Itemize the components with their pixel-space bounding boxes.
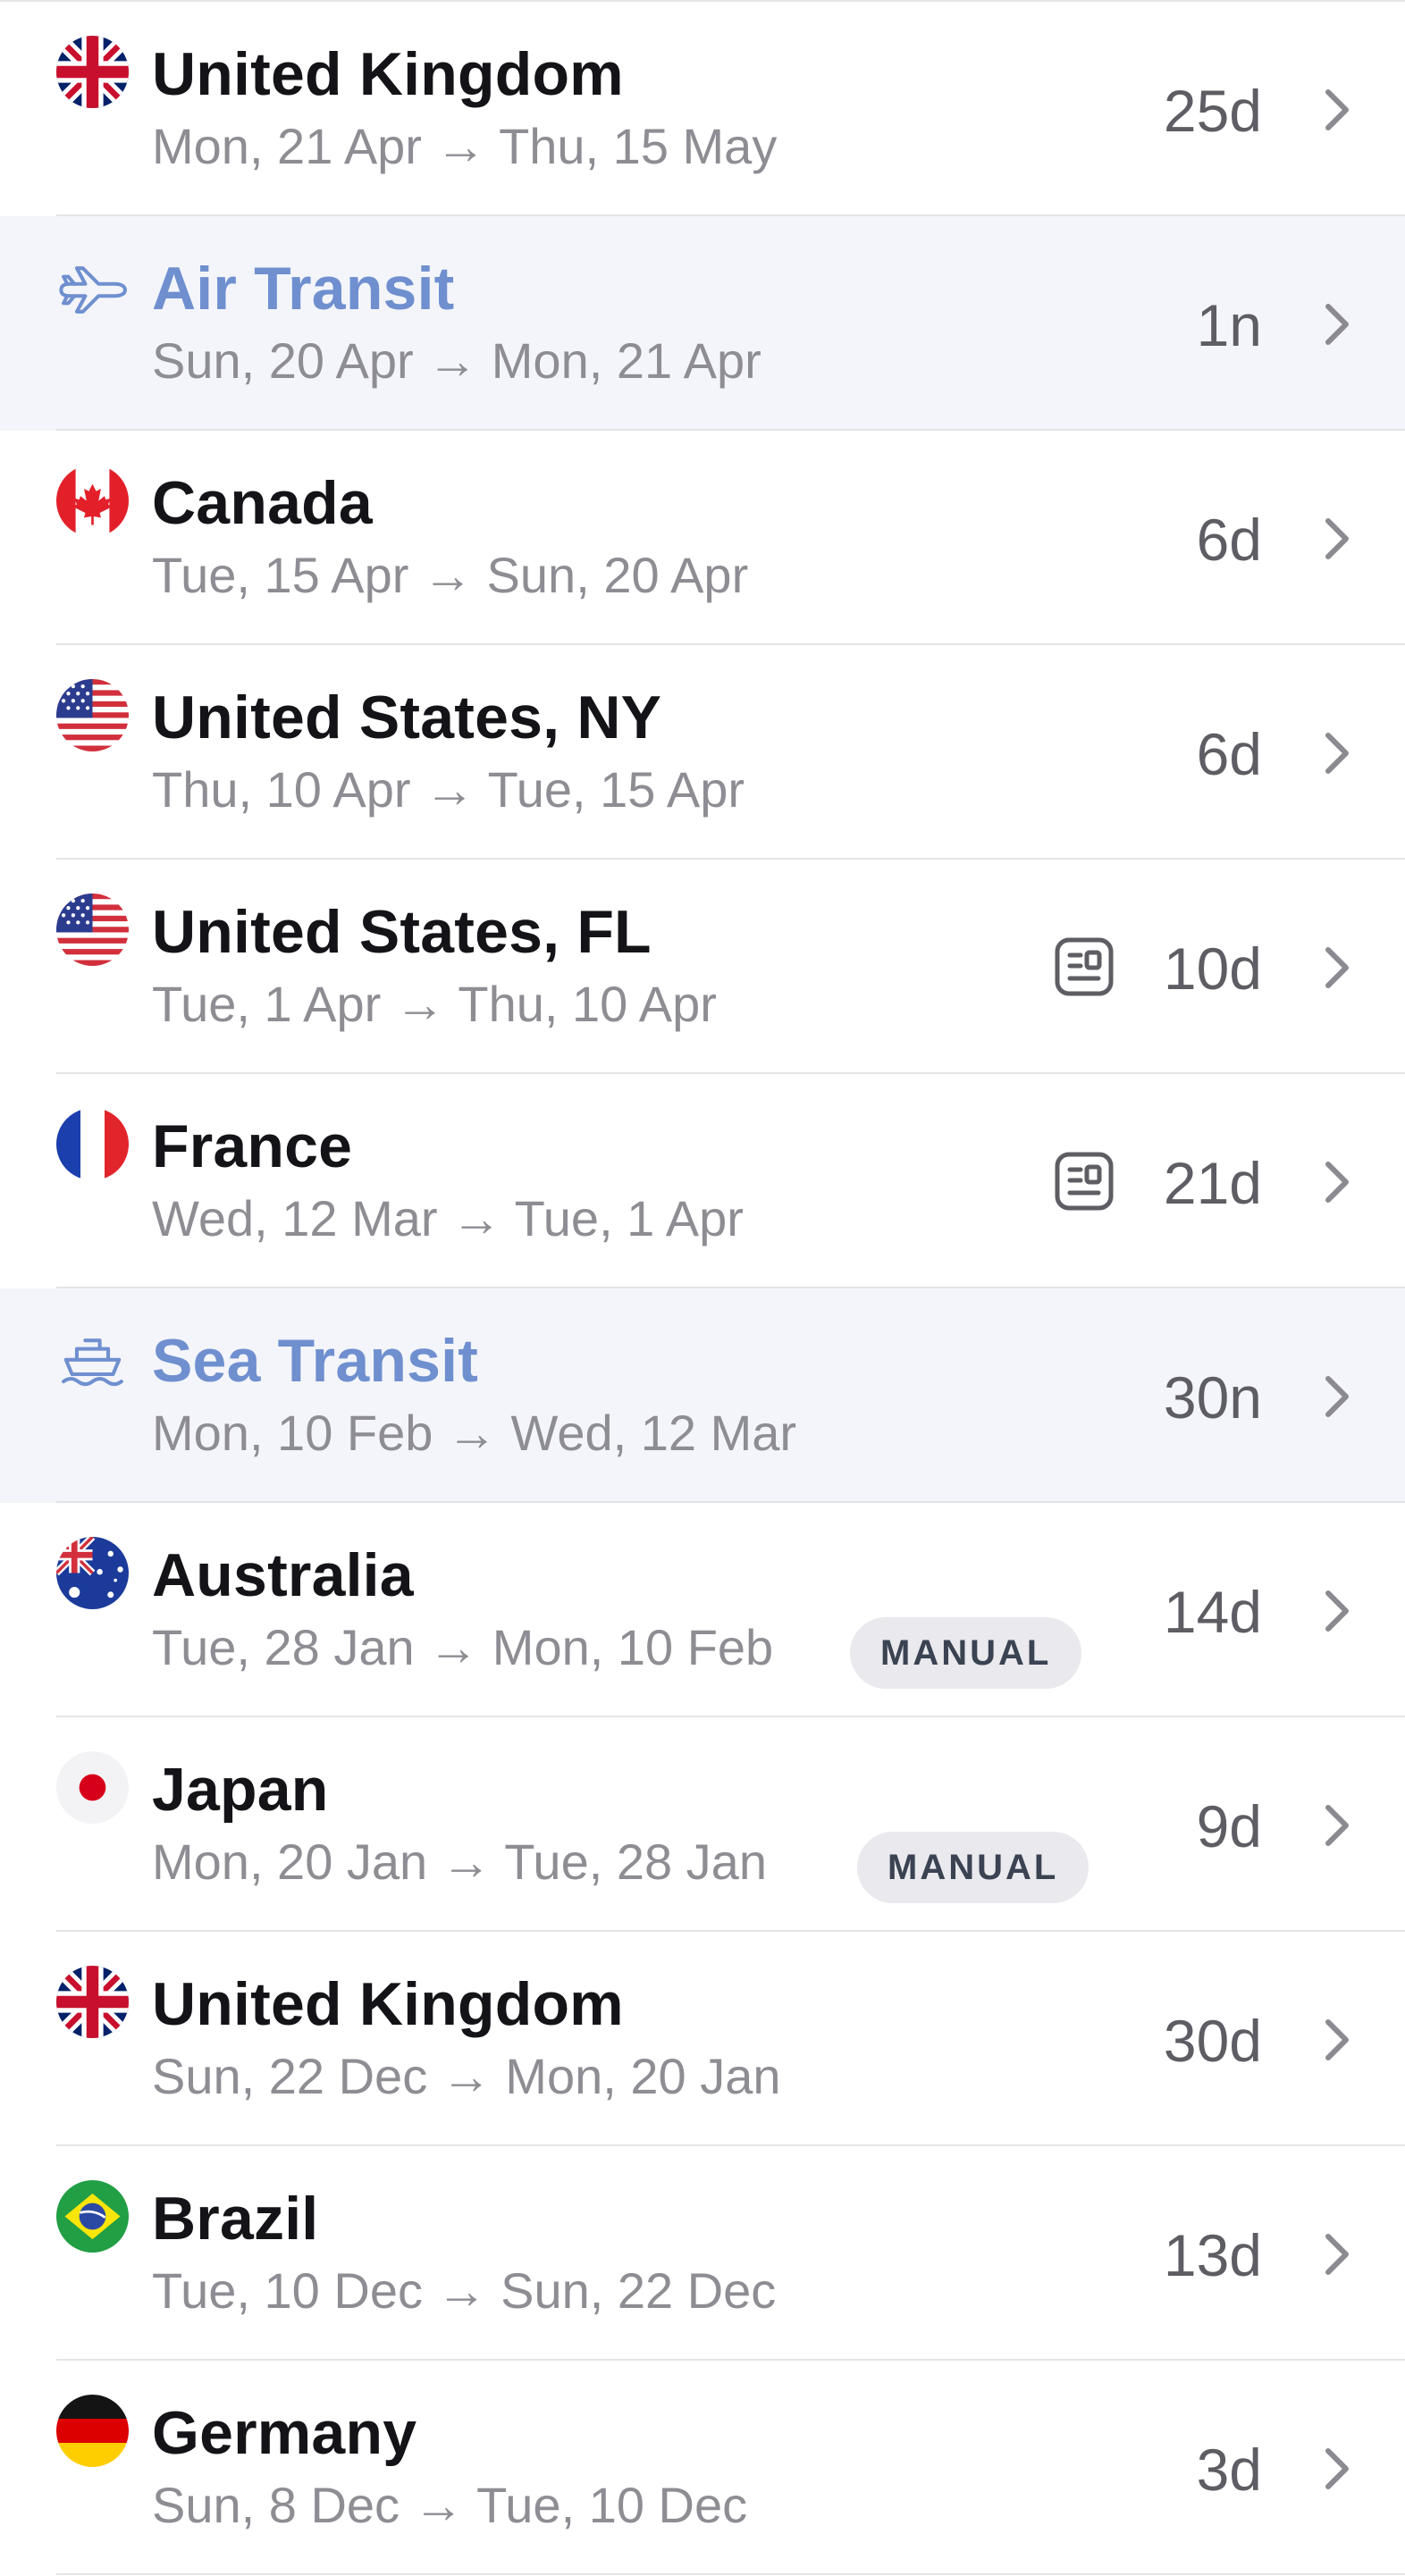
us-flag-icon bbox=[56, 894, 129, 966]
trip-duration: 13d bbox=[1163, 2222, 1262, 2288]
trip-duration: 9d bbox=[1196, 1793, 1262, 1859]
trip-title: Germany bbox=[152, 2399, 417, 2467]
canada-flag-icon bbox=[56, 465, 129, 537]
trip-title: Australia bbox=[152, 1541, 414, 1609]
trip-dates: Sun, 22 Dec → Mon, 20 Jan bbox=[152, 2048, 781, 2104]
chevron-right-icon bbox=[1325, 2448, 1349, 2489]
chevron-right-icon bbox=[1325, 2019, 1349, 2060]
ship-icon bbox=[56, 1326, 129, 1398]
trip-duration: 21d bbox=[1163, 1150, 1262, 1216]
trip-dates: Wed, 12 Mar → Tue, 1 Apr bbox=[152, 1190, 744, 1246]
trip-dates: Tue, 15 Apr → Sun, 20 Apr bbox=[152, 547, 749, 603]
trip-dates: Tue, 28 Jan → Mon, 10 Feb bbox=[152, 1619, 774, 1675]
trip-dates: Tue, 10 Dec → Sun, 22 Dec bbox=[152, 2262, 777, 2319]
trip-row-air-transit[interactable]: Air Transit Sun, 20 Apr → Mon, 21 Apr 1n bbox=[0, 216, 1405, 431]
australia-flag-icon bbox=[56, 1537, 129, 1609]
receipt-icon bbox=[1055, 1152, 1114, 1211]
trip-row-united-states-ny[interactable]: United States, NY Thu, 10 Apr → Tue, 15 … bbox=[0, 645, 1405, 860]
trip-duration: 14d bbox=[1163, 1579, 1262, 1645]
trip-row-germany[interactable]: Germany Sun, 8 Dec → Tue, 10 Dec 3d bbox=[0, 2361, 1405, 2575]
trip-title: Sea Transit bbox=[152, 1327, 479, 1395]
trip-dates: Mon, 20 Jan → Tue, 28 Jan bbox=[152, 1833, 767, 1890]
trip-row-united-kingdom[interactable]: United Kingdom Mon, 21 Apr → Thu, 15 May… bbox=[0, 2, 1405, 216]
trip-duration: 6d bbox=[1196, 721, 1262, 787]
trip-title: France bbox=[152, 1112, 353, 1180]
trip-dates: Sun, 20 Apr → Mon, 21 Apr bbox=[152, 332, 761, 389]
trip-row-united-states-fl[interactable]: United States, FL Tue, 1 Apr → Thu, 10 A… bbox=[0, 860, 1405, 1074]
chevron-right-icon bbox=[1325, 947, 1349, 988]
trip-row-sea-transit[interactable]: Sea Transit Mon, 10 Feb → Wed, 12 Mar 30… bbox=[0, 1288, 1405, 1503]
trip-row-canada[interactable]: Canada Tue, 15 Apr → Sun, 20 Apr 6d bbox=[0, 431, 1405, 645]
trip-title: United Kingdom bbox=[152, 40, 624, 108]
trip-duration: 30d bbox=[1163, 2008, 1262, 2074]
chevron-right-icon bbox=[1325, 518, 1349, 559]
chevron-right-icon bbox=[1325, 1590, 1349, 1632]
chevron-right-icon bbox=[1325, 2234, 1349, 2275]
trip-dates: Sun, 8 Dec → Tue, 10 Dec bbox=[152, 2477, 748, 2533]
trip-dates: Thu, 10 Apr → Tue, 15 Apr bbox=[152, 761, 745, 818]
manual-badge: MANUAL bbox=[850, 1617, 1082, 1689]
uk-flag-icon bbox=[56, 36, 129, 108]
chevron-right-icon bbox=[1325, 89, 1349, 130]
trip-row-brazil[interactable]: Brazil Tue, 10 Dec → Sun, 22 Dec 13d bbox=[0, 2146, 1405, 2361]
trip-duration: 1n bbox=[1196, 292, 1262, 358]
trip-title: Air Transit bbox=[152, 255, 455, 323]
trip-dates: Mon, 21 Apr → Thu, 15 May bbox=[152, 118, 778, 174]
trip-row-japan[interactable]: Japan Mon, 20 Jan → Tue, 28 Jan MANUAL 9… bbox=[0, 1717, 1405, 1932]
germany-flag-icon bbox=[56, 2395, 129, 2467]
brazil-flag-icon bbox=[56, 2180, 129, 2253]
trip-title: Canada bbox=[152, 469, 373, 537]
chevron-right-icon bbox=[1325, 1162, 1349, 1203]
trip-duration: 30n bbox=[1163, 1364, 1262, 1431]
receipt-icon bbox=[1055, 937, 1114, 996]
trip-title: United States, FL bbox=[152, 898, 652, 966]
trip-row-united-kingdom[interactable]: United Kingdom Sun, 22 Dec → Mon, 20 Jan… bbox=[0, 1932, 1405, 2146]
trip-title: United States, NY bbox=[152, 684, 662, 751]
chevron-right-icon bbox=[1325, 1805, 1349, 1846]
trip-duration: 25d bbox=[1163, 78, 1262, 144]
uk-flag-icon bbox=[56, 1966, 129, 2038]
trip-row-france[interactable]: France Wed, 12 Mar → Tue, 1 Apr 21d bbox=[0, 1074, 1405, 1288]
trip-dates: Mon, 10 Feb → Wed, 12 Mar bbox=[152, 1405, 797, 1461]
trip-dates: Tue, 1 Apr → Thu, 10 Apr bbox=[152, 976, 717, 1032]
trip-title: United Kingdom bbox=[152, 1970, 624, 2038]
trip-list: United Kingdom Mon, 21 Apr → Thu, 15 May… bbox=[0, 0, 1405, 2576]
japan-flag-icon bbox=[56, 1751, 129, 1824]
trip-title: Japan bbox=[152, 1756, 329, 1824]
trip-duration: 3d bbox=[1196, 2437, 1262, 2503]
us-flag-icon bbox=[56, 679, 129, 751]
trip-title: Brazil bbox=[152, 2185, 319, 2253]
chevron-right-icon bbox=[1325, 304, 1349, 345]
chevron-right-icon bbox=[1325, 733, 1349, 774]
trip-row-australia[interactable]: Australia Tue, 28 Jan → Mon, 10 Feb MANU… bbox=[0, 1503, 1405, 1717]
france-flag-icon bbox=[56, 1108, 129, 1180]
manual-badge: MANUAL bbox=[857, 1832, 1090, 1903]
airplane-icon bbox=[56, 254, 129, 326]
trip-duration: 6d bbox=[1196, 507, 1262, 573]
chevron-right-icon bbox=[1325, 1376, 1349, 1417]
trip-duration: 10d bbox=[1163, 936, 1262, 1002]
